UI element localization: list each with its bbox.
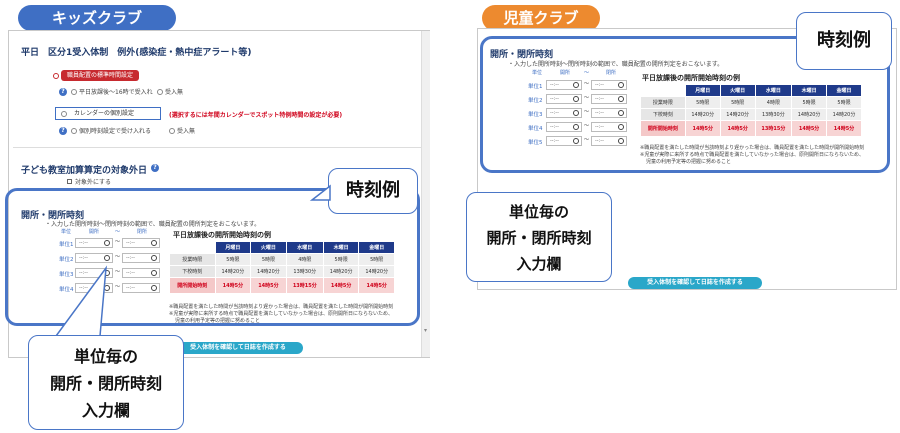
create-diary-button[interactable]: 受入体制を確認して日誌を作成する <box>628 277 762 289</box>
callout-line: 入力欄 <box>81 401 130 420</box>
time-example-callout: 時刻例 <box>796 12 892 70</box>
left-input-pointer <box>54 265 107 337</box>
input-area-callout: 単位毎の 開所・閉所時刻 入力欄 <box>28 335 184 430</box>
callout-line: 開所・閉所時刻 <box>49 374 162 393</box>
left-example-pointer <box>309 184 331 201</box>
callout-line: 単位毎の <box>508 203 569 221</box>
callout-line: 開所・閉所時刻 <box>486 229 592 247</box>
input-area-callout: 単位毎の 開所・閉所時刻 入力欄 <box>466 192 612 282</box>
callout-line: 入力欄 <box>516 255 562 273</box>
callout-line: 単位毎の <box>73 347 138 366</box>
